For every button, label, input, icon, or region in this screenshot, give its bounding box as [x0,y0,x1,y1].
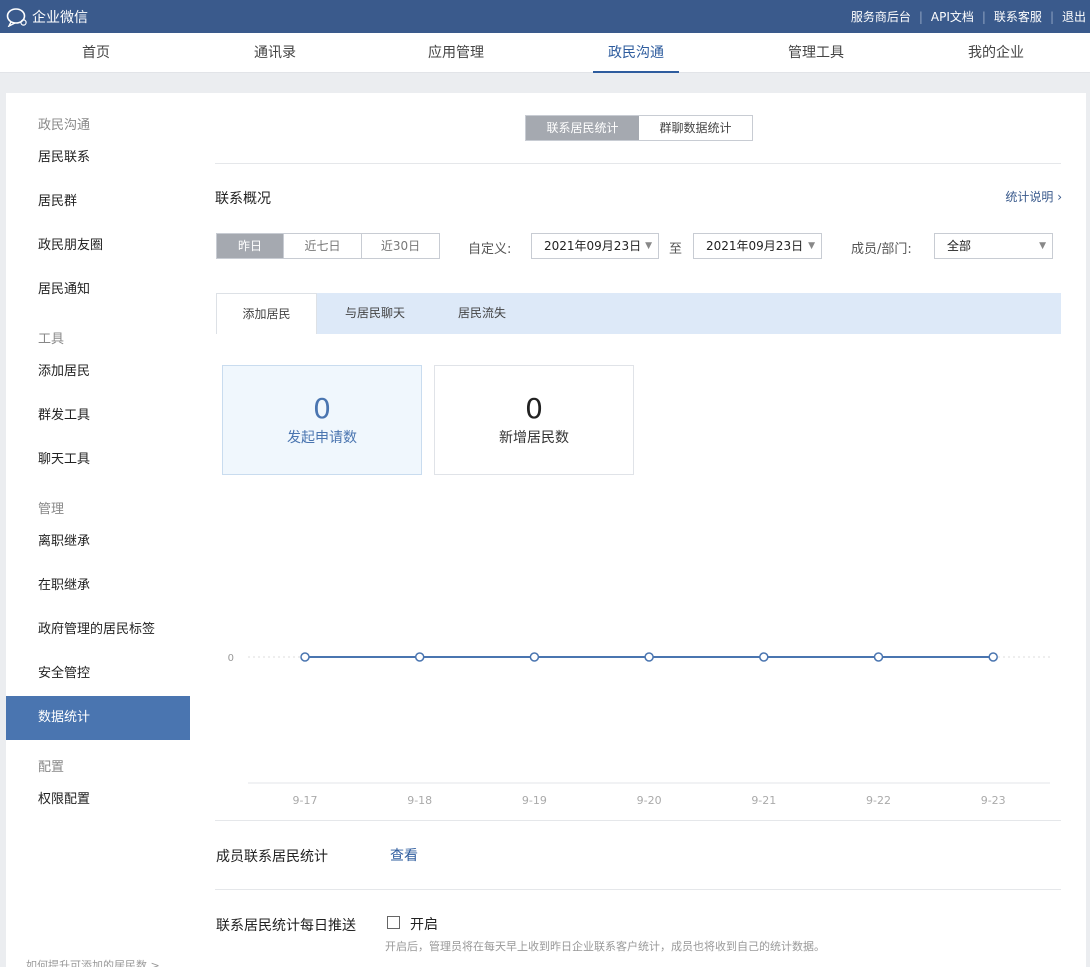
sidebar-group-title: 工具 [38,332,65,347]
divider [215,889,1061,890]
x-tick-label: 9-18 [407,794,432,807]
service-provider-link[interactable]: 服务商后台 [851,8,911,25]
sidebar-item-resident-contact[interactable]: 居民联系 [6,136,190,180]
y-tick-label: 0 [228,653,234,664]
nav-home[interactable]: 首页 [66,33,126,73]
enable-push-checkbox[interactable] [387,916,400,929]
sidebar-item-add-resident[interactable]: 添加居民 [6,350,190,394]
sidebar-item-onjob-inherit[interactable]: 在职继承 [6,564,190,608]
app-logo[interactable]: 企业微信 [6,7,88,28]
data-point [414,652,425,662]
data-point [873,652,884,662]
sidebar-group-title: 管理 [38,502,65,517]
data-point [529,652,540,662]
contact-support-link[interactable]: 联系客服 [994,8,1042,25]
trend-chart: 0 9-17 9-18 9-19 9-20 9-21 9-22 9-23 [228,652,1050,807]
x-tick-label: 9-17 [293,794,318,807]
main-nav: 首页 通讯录 应用管理 政民沟通 管理工具 我的企业 [0,33,1090,73]
sidebar-item-resigned-inherit[interactable]: 离职继承 [6,520,190,564]
view-member-stats-link[interactable]: 查看 [390,845,418,865]
sidebar-group-title: 政民沟通 [38,118,91,133]
sidebar-item-data-stats[interactable]: 数据统计 [6,696,190,740]
sidebar-item-permissions[interactable]: 权限配置 [6,778,190,822]
link-divider: | [1049,9,1054,24]
push-note: 开启后，管理员将在每天早上收到昨日企业联系客户统计，成员也将收到自己的统计数据。 [385,940,825,953]
sidebar-item-moments[interactable]: 政民朋友圈 [6,224,190,268]
data-point [759,652,769,662]
sidebar-item-resident-tags[interactable]: 政府管理的居民标签 [6,608,190,652]
sidebar-group-title: 配置 [38,760,65,775]
member-stats-label: 成员联系居民统计 [216,849,328,865]
logout-link[interactable]: 退出 [1062,8,1086,25]
nav-app-management[interactable]: 应用管理 [420,33,492,73]
app-name: 企业微信 [32,10,88,26]
divider [215,820,1061,821]
data-point [300,652,310,662]
api-docs-link[interactable]: API文档 [931,8,974,25]
x-tick-label: 9-22 [866,794,891,807]
sidebar-item-mass-send[interactable]: 群发工具 [6,394,190,438]
x-tick-label: 9-19 [522,794,547,807]
top-bar: 企业微信 服务商后台 | API文档 | 联系客服 | 退出 [0,0,1090,33]
main-panel: 联系居民统计 群聊数据统计 联系概况 统计说明 › 昨日 近七日 近30日 自定… [190,93,1086,967]
sidebar-item-security[interactable]: 安全管控 [6,652,190,696]
nav-contacts[interactable]: 通讯录 [245,33,305,73]
link-divider: | [918,9,923,24]
data-point [988,652,998,662]
wecom-logo-icon [6,7,28,28]
x-tick-label: 9-23 [981,794,1006,807]
sidebar-item-resident-notice[interactable]: 居民通知 [6,268,190,312]
x-tick-label: 9-21 [751,794,776,807]
nav-management-tools[interactable]: 管理工具 [780,33,852,73]
sidebar-item-chat-tools[interactable]: 聊天工具 [6,438,190,482]
daily-push-label: 联系居民统计每日推送 [216,918,356,934]
data-point [644,652,654,662]
x-tick-label: 9-20 [637,794,662,807]
nav-citizen-communication[interactable]: 政民沟通 [593,33,679,73]
sidebar-item-resident-groups[interactable]: 居民群 [6,180,190,224]
enable-push-label: 开启 [410,917,438,933]
top-links: 服务商后台 | API文档 | 联系客服 | 退出 [851,0,1086,33]
nav-my-enterprise[interactable]: 我的企业 [960,33,1032,73]
sidebar: 政民沟通 居民联系 居民群 政民朋友圈 居民通知 工具 添加居民 群发工具 聊天… [6,93,190,967]
link-divider: | [981,9,986,24]
sidebar-footer-link[interactable]: 如何提升可添加的居民数 > [26,957,160,967]
